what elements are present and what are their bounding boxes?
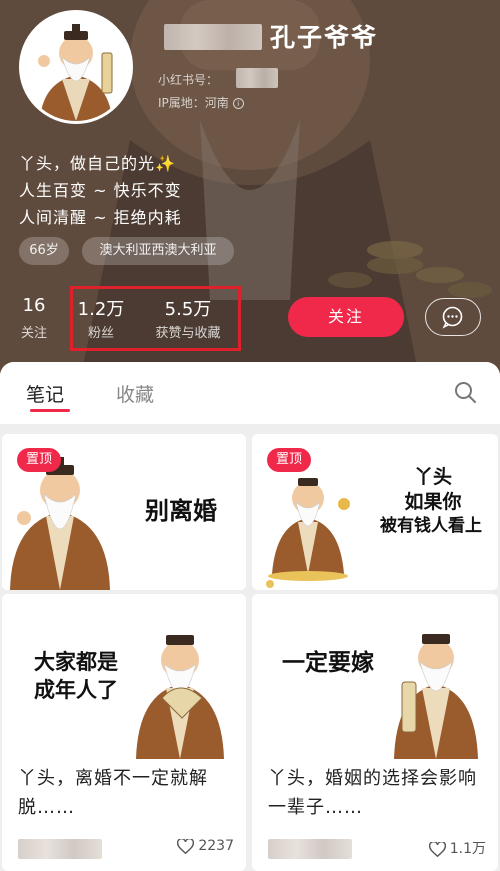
heart-icon — [428, 841, 446, 857]
following-label[interactable]: 关注 — [14, 322, 54, 341]
xhs-id: 小红书号： — [158, 71, 218, 88]
xhs-id-label: 小红书号： — [158, 73, 219, 87]
highlight-box — [70, 286, 241, 351]
note-card[interactable]: 置顶 别离婚 — [2, 434, 246, 590]
ip-location: IP属地：河南 i — [158, 94, 244, 111]
location-tag: 澳大利亚西澳大利亚 — [82, 237, 234, 265]
tab-collections[interactable]: 收藏 — [116, 380, 154, 407]
like-count-value: 1.1万 — [449, 841, 486, 857]
cover-text: 别离婚 — [145, 497, 217, 525]
cover-text-line-3: 被有钱人看上 — [380, 516, 482, 536]
note-title: 丫头，离婚不一定就解脱…… — [18, 768, 208, 818]
confucius-avatar-icon — [22, 13, 130, 121]
pinned-badge: 置顶 — [17, 448, 62, 472]
note-footer: 2237 — [2, 834, 246, 864]
bio-line-2: 人生百变 ~ 快乐不变 — [19, 181, 182, 200]
ip-location-label: IP属地：河南 — [158, 96, 229, 110]
avatar[interactable] — [19, 10, 133, 124]
following-count[interactable]: 16 — [14, 295, 54, 316]
like-count[interactable]: 1.1万 — [428, 838, 486, 858]
blurred-author — [18, 839, 102, 859]
tab-active-indicator — [30, 409, 70, 412]
tab-notes[interactable]: 笔记 — [26, 380, 64, 407]
heart-icon — [177, 838, 195, 854]
note-card[interactable]: 大家都是 成年人了 丫头，离婚不一定就解脱…… 2237 — [2, 594, 246, 871]
confucius-with-scroll-illustration-icon — [252, 594, 498, 769]
chat-bubble-icon — [442, 306, 463, 329]
notes-section: 笔记 收藏 置顶 别离婚 置顶 丫头 如果你 被有钱人看上 大家都是 成年人了 … — [0, 362, 500, 871]
info-icon[interactable]: i — [232, 98, 244, 109]
cover-text-line-1: 大家都是 — [34, 650, 118, 674]
tab-bar: 笔记 收藏 — [0, 362, 500, 424]
note-title: 丫头，婚姻的选择会影响一辈子…… — [268, 768, 477, 818]
note-card[interactable]: 一定要嫁 丫头，婚姻的选择会影响一辈子…… 1.1万 — [252, 594, 498, 871]
blurred-xhs-id — [236, 68, 278, 88]
bio-line-3: 人间清醒 ~ 拒绝内耗 — [19, 208, 182, 227]
bio-line-1: 丫头，做自己的光✨ — [19, 154, 176, 173]
chat-button[interactable] — [425, 298, 481, 336]
age-tag: 66岁 — [19, 237, 69, 265]
pinned-badge: 置顶 — [267, 448, 312, 472]
nickname: 孔子爷爷 — [270, 23, 379, 52]
blurred-name-prefix — [164, 24, 262, 50]
cover-text-line-1: 丫头 — [413, 466, 452, 488]
cover-text-line-2: 成年人了 — [34, 678, 118, 702]
note-footer: 1.1万 — [252, 834, 498, 864]
follow-button[interactable]: 关注 — [288, 297, 404, 337]
cover-text-line-2: 如果你 — [404, 491, 462, 513]
note-card[interactable]: 置顶 丫头 如果你 被有钱人看上 — [252, 434, 498, 590]
like-count[interactable]: 2237 — [177, 838, 234, 854]
like-count-value: 2237 — [198, 838, 234, 854]
profile-header: 孔子爷爷 小红书号： IP属地：河南 i 丫头，做自己的光✨ 人生百变 ~ 快乐不… — [0, 0, 500, 380]
blurred-author — [268, 839, 352, 859]
profile-screen: 孔子爷爷 小红书号： IP属地：河南 i 丫头，做自己的光✨ 人生百变 ~ 快乐不… — [0, 0, 500, 871]
cover-text: 一定要嫁 — [282, 650, 374, 676]
search-icon[interactable] — [453, 380, 477, 404]
